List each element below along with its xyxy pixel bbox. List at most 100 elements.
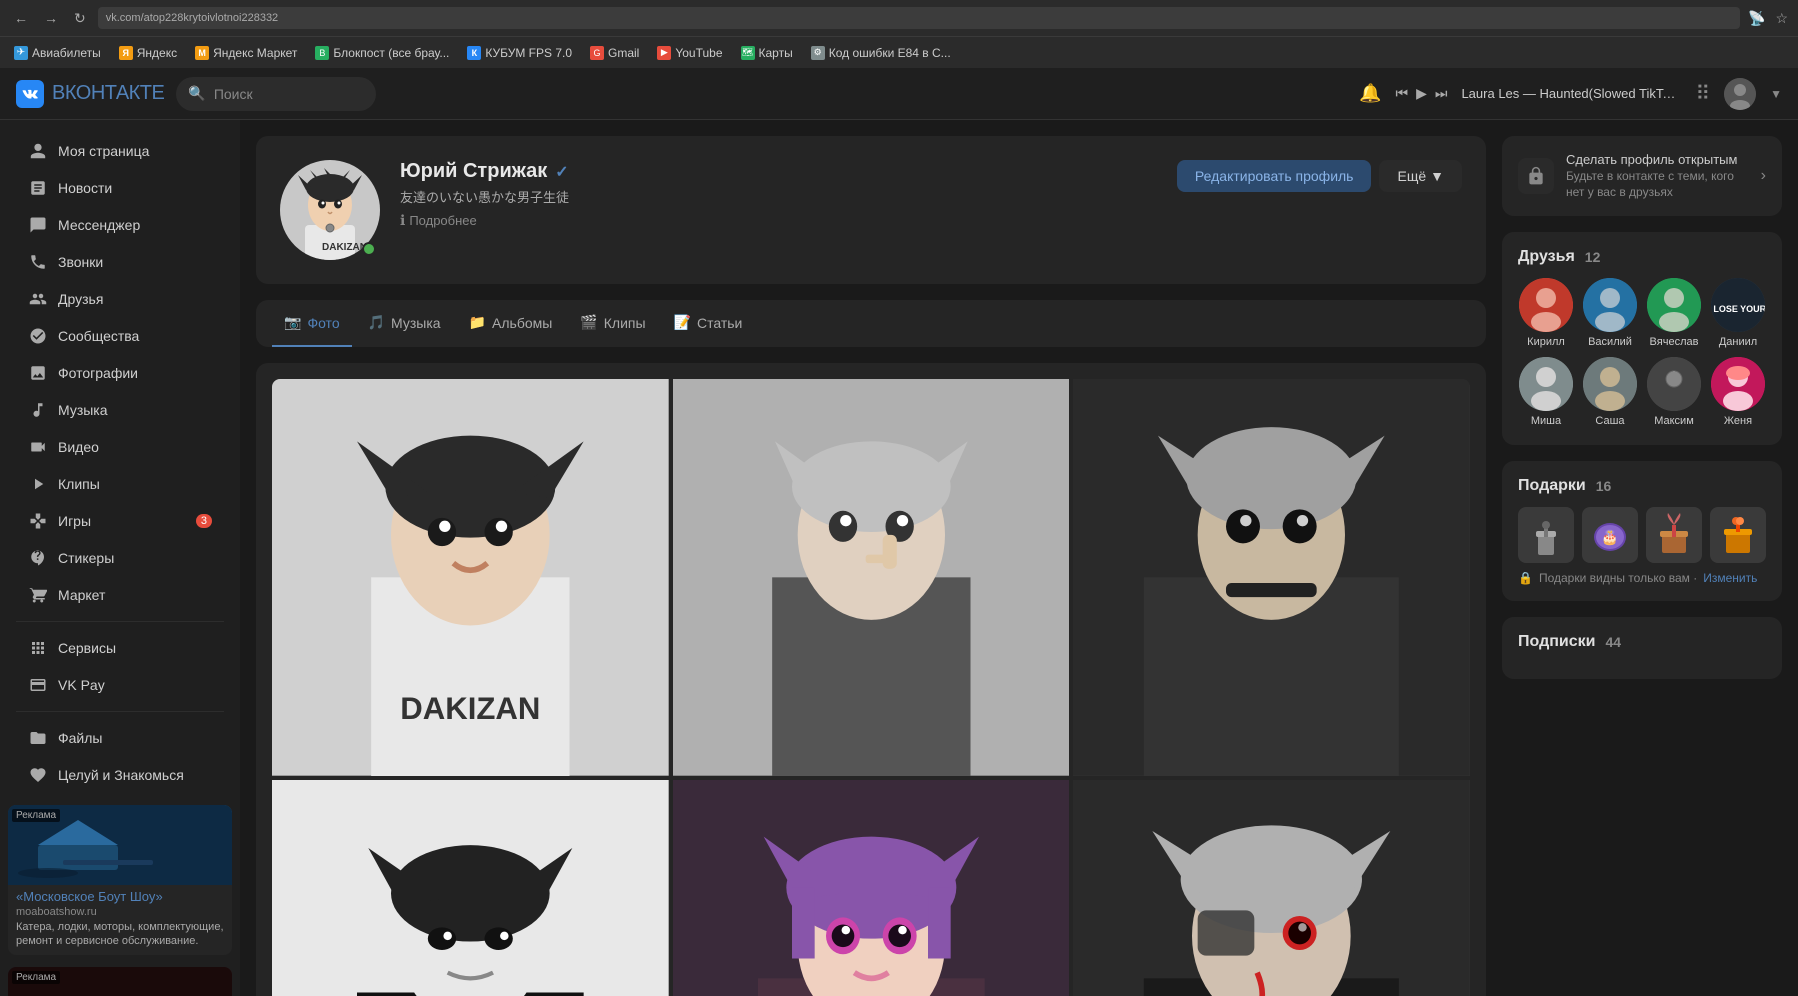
apps-grid-icon[interactable]: ⠿ (1695, 81, 1710, 106)
albums-tab-icon: 📁 (469, 314, 486, 331)
subscriptions-title-text: Подписки (1518, 633, 1595, 651)
bookmark-blokpost[interactable]: B Блокпост (все брау... (309, 44, 455, 62)
sidebar-item-services[interactable]: Сервисы (8, 630, 232, 666)
more-chevron-icon: ▼ (1430, 168, 1444, 184)
gifts-change-link[interactable]: Изменить (1703, 571, 1757, 585)
stickers-icon (28, 548, 48, 568)
photos-label: Фотографии (58, 365, 138, 381)
profile-header: DAKIZAN (256, 136, 1486, 284)
bookmarks-bar: ✈ Авиабилеты Я Яндекс М Яндекс Маркет B … (0, 36, 1798, 68)
calls-icon (28, 252, 48, 272)
sidebar-item-clips[interactable]: Клипы (8, 466, 232, 502)
photo-cell-6[interactable] (1073, 780, 1470, 996)
gift-item-1[interactable] (1518, 507, 1574, 563)
sidebar-item-stickers[interactable]: Стикеры (8, 540, 232, 576)
messenger-label: Мессенджер (58, 217, 140, 233)
ad-2-label: Реклама (12, 971, 60, 984)
friend-name-daniil: Даниил (1719, 336, 1757, 349)
friend-item-sasha[interactable]: Саша (1582, 357, 1638, 428)
sidebar-ad-1[interactable]: Реклама «Московское Боут Шоу» moaboatsho… (8, 805, 232, 955)
my-page-label: Моя страница (58, 143, 149, 159)
sidebar-item-calls[interactable]: Звонки (8, 244, 232, 280)
photo-cell-2[interactable] (673, 379, 1070, 776)
subscriptions-section: Подписки 44 (1502, 617, 1782, 679)
photo-cell-4[interactable] (272, 780, 669, 996)
refresh-button[interactable]: ↻ (70, 8, 90, 29)
files-label: Файлы (58, 730, 102, 746)
sidebar-item-celuy[interactable]: Целуй и Знакомься (8, 757, 232, 793)
bookmark-karty[interactable]: 🗺 Карты (735, 44, 799, 62)
tab-albums[interactable]: 📁 Альбомы (457, 300, 565, 347)
sidebar-item-communities[interactable]: Сообщества (8, 318, 232, 354)
player-next-icon[interactable]: ⏭ (1435, 85, 1448, 102)
photo-cell-1[interactable]: DAKIZAN (272, 379, 669, 776)
vk-logo[interactable]: ВКОНТАКТЕ (16, 80, 164, 108)
gifts-section-title: Подарки 16 (1518, 477, 1766, 495)
more-button[interactable]: Ещё ▼ (1379, 160, 1462, 192)
friend-item-daniil[interactable]: NEVER LOSE YOUR SMILE Даниил (1710, 278, 1766, 349)
edit-profile-button[interactable]: Редактировать профиль (1177, 160, 1372, 192)
forward-button[interactable]: → (40, 8, 62, 28)
tab-photo[interactable]: 📷 Фото (272, 300, 352, 347)
bookmark-aviabilety[interactable]: ✈ Авиабилеты (8, 44, 107, 62)
gmail-icon: G (590, 46, 604, 60)
info-icon: ℹ (400, 212, 405, 229)
gift-item-4[interactable] (1710, 507, 1766, 563)
back-button[interactable]: ← (10, 8, 32, 28)
sidebar-item-files[interactable]: Файлы (8, 720, 232, 756)
bookmark-yandex[interactable]: Я Яндекс (113, 44, 183, 62)
tab-clips-label: Клипы (604, 315, 646, 331)
friend-item-vyacheslav[interactable]: Вячеслав (1646, 278, 1702, 349)
sidebar-item-vkpay[interactable]: VK Pay (8, 667, 232, 703)
sidebar-item-video[interactable]: Видео (8, 429, 232, 465)
sidebar-item-market[interactable]: Маркет (8, 577, 232, 613)
bookmark-gmail[interactable]: G Gmail (584, 44, 645, 62)
gifts-private-text: 🔒 Подарки видны только вам · Изменить (1518, 571, 1766, 585)
search-bar[interactable]: 🔍 Поиск (176, 77, 376, 111)
bookmark-kubum[interactable]: К КУБУМ FPS 7.0 (461, 44, 578, 62)
photo-cell-3[interactable] (1073, 379, 1470, 776)
tab-photo-label: Фото (307, 315, 339, 331)
bookmark-youtube[interactable]: ▶ YouTube (651, 44, 728, 62)
browser-icons: 📡 ☆ (1748, 10, 1788, 27)
tab-clips[interactable]: 🎬 Клипы (568, 300, 657, 347)
sidebar-ad-2[interactable]: Реклама STOUT (8, 967, 232, 996)
address-bar[interactable]: vk.com/atop228krytoivlotnoi228332 (98, 7, 1740, 29)
tab-articles[interactable]: 📝 Статьи (662, 300, 755, 347)
open-profile-banner[interactable]: Сделать профиль открытым Будьте в контак… (1502, 136, 1782, 216)
video-icon (28, 437, 48, 457)
friend-name-vasiliy: Василий (1588, 336, 1632, 349)
header-chevron-icon[interactable]: ▼ (1770, 87, 1782, 101)
bookmark-star-icon[interactable]: ☆ (1775, 10, 1788, 27)
sidebar-item-friends[interactable]: Друзья (8, 281, 232, 317)
sidebar-item-news[interactable]: Новости (8, 170, 232, 206)
friend-item-kirill[interactable]: Кирилл (1518, 278, 1574, 349)
friend-item-zhenya[interactable]: Женя (1710, 357, 1766, 428)
sidebar-item-music[interactable]: Музыка (8, 392, 232, 428)
profile-more-link[interactable]: ℹ Подробнее (400, 212, 1157, 229)
bookmark-oshibka[interactable]: ⚙ Код ошибки Е84 в С... (805, 44, 957, 62)
player-prev-icon[interactable]: ⏮ (1395, 85, 1408, 102)
sidebar-item-my-page[interactable]: Моя страница (8, 133, 232, 169)
gift-item-3[interactable] (1646, 507, 1702, 563)
bookmark-yandex-market[interactable]: М Яндекс Маркет (189, 44, 303, 62)
clips-label: Клипы (58, 476, 100, 492)
profile-online-indicator (362, 242, 376, 256)
friend-item-misha[interactable]: Миша (1518, 357, 1574, 428)
sidebar-item-messenger[interactable]: Мессенджер (8, 207, 232, 243)
open-profile-desc: Будьте в контакте с теми, кого нет у вас… (1566, 169, 1749, 200)
tab-albums-label: Альбомы (492, 315, 552, 331)
friend-item-maksim[interactable]: Максим (1646, 357, 1702, 428)
tab-music[interactable]: 🎵 Музыка (356, 300, 453, 347)
friends-label: Друзья (58, 291, 103, 307)
user-avatar[interactable] (1724, 78, 1756, 110)
sidebar-item-photos[interactable]: Фотографии (8, 355, 232, 391)
player-play-icon[interactable]: ▶ (1416, 85, 1427, 102)
notification-bell-icon[interactable]: 🔔 (1359, 83, 1381, 104)
gift-item-2[interactable]: 🎂 (1582, 507, 1638, 563)
sidebar-item-games[interactable]: Игры 3 (8, 503, 232, 539)
friend-item-vasiliy[interactable]: Василий (1582, 278, 1638, 349)
photo-cell-5[interactable] (673, 780, 1070, 996)
oshibka-icon: ⚙ (811, 46, 825, 60)
subscriptions-count: 44 (1605, 634, 1621, 650)
